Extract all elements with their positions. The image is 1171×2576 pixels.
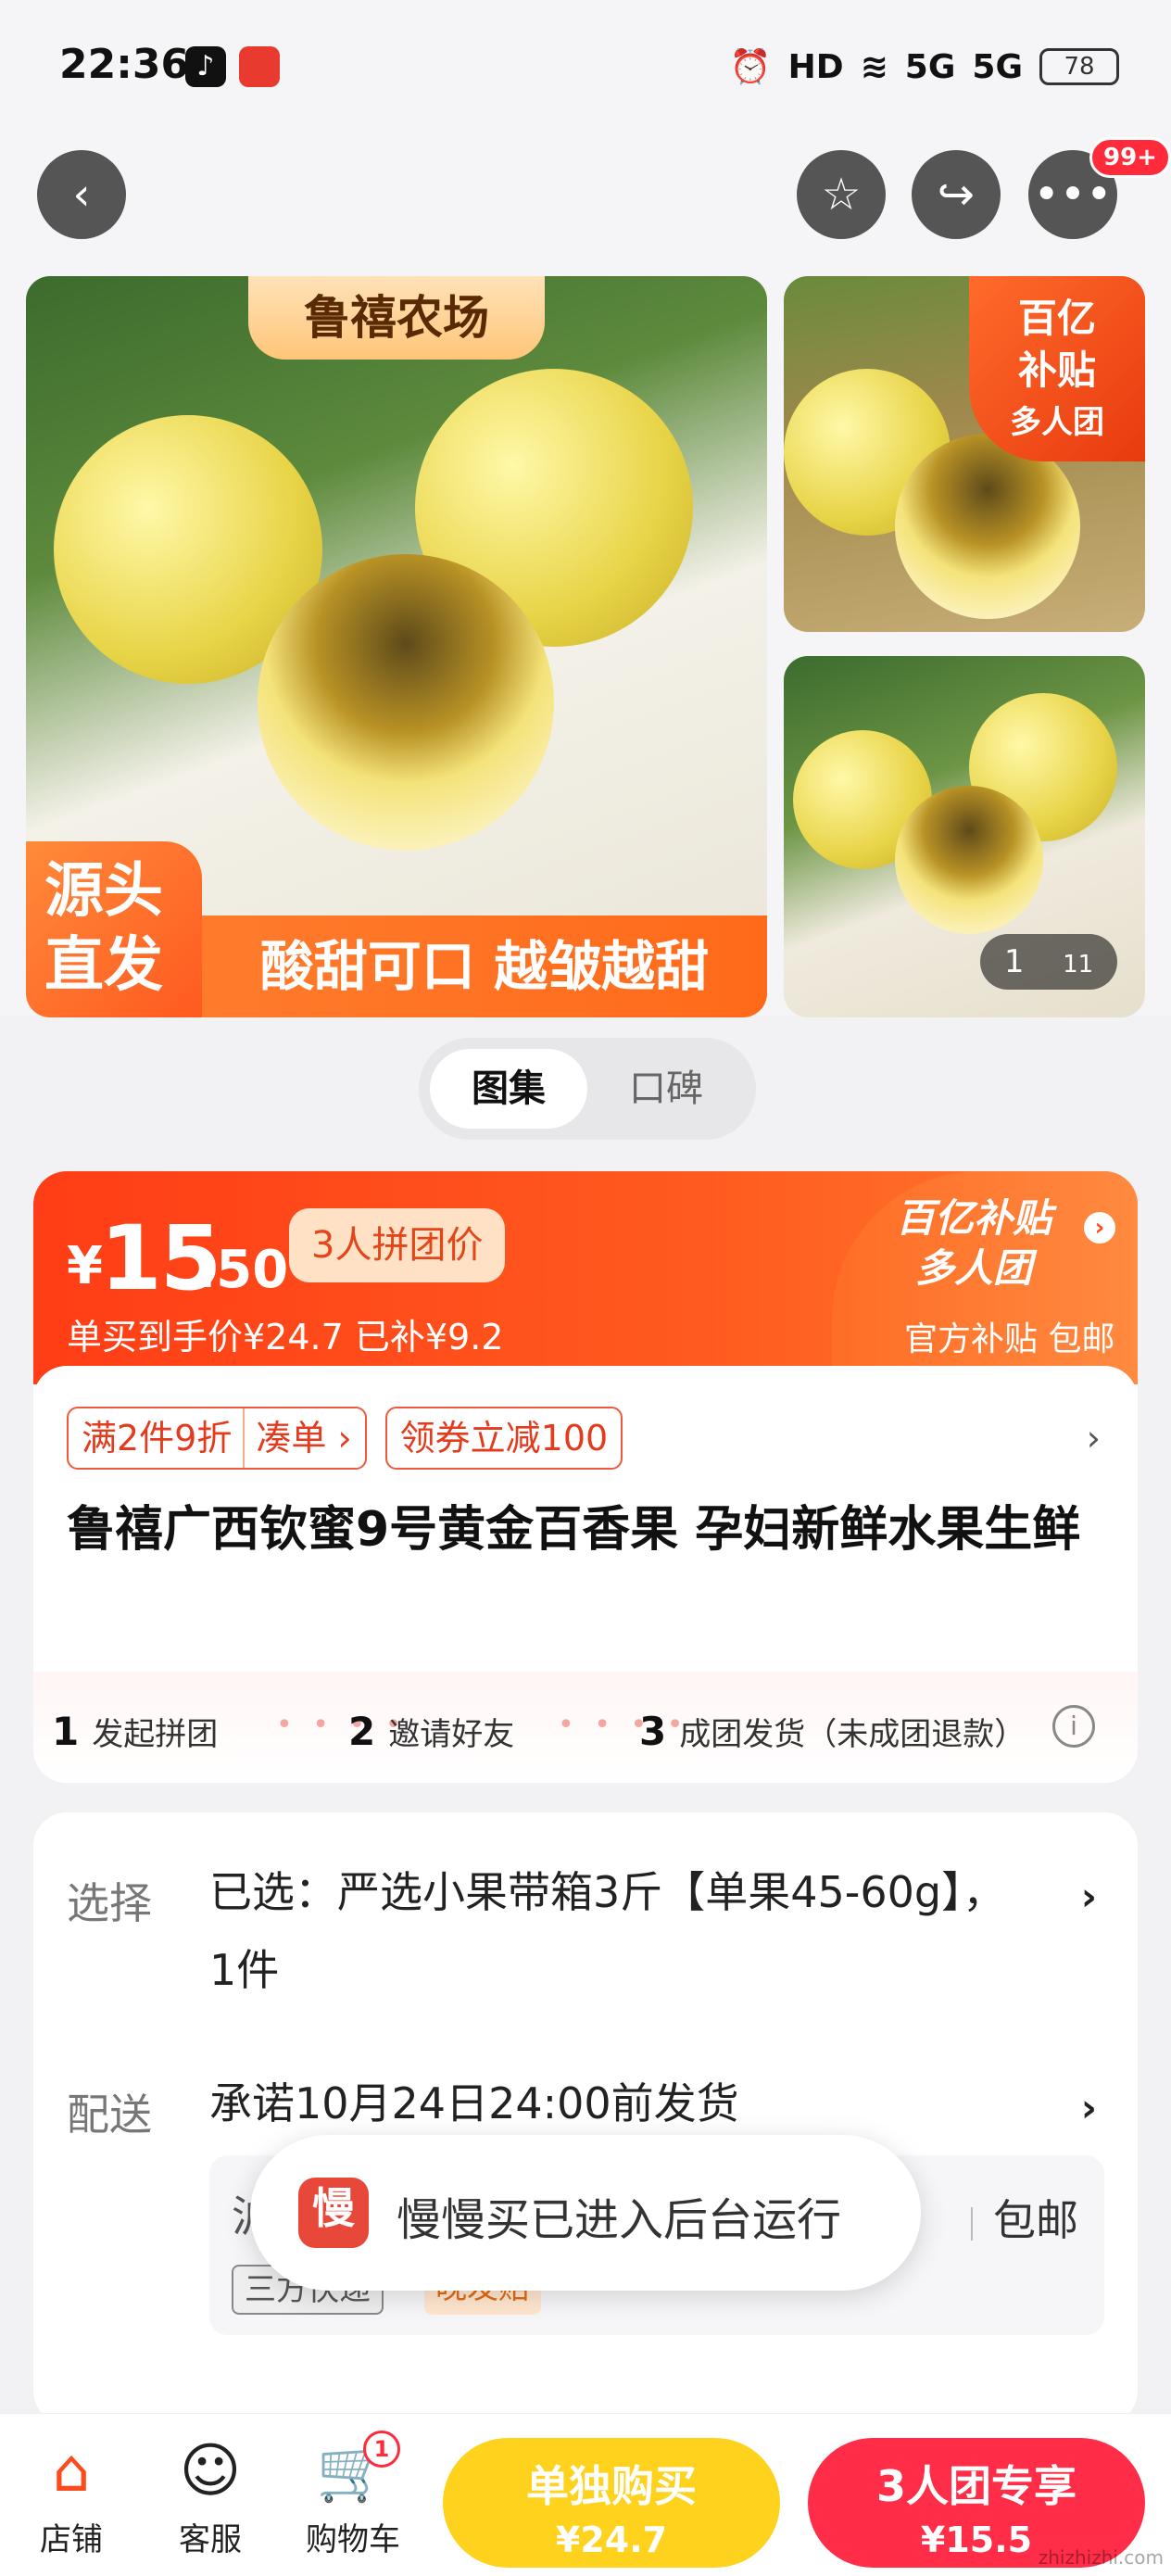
customer-service-button[interactable]: ☺ 客服 (159, 2436, 261, 2559)
cut-fruit-image (895, 786, 1043, 934)
shop-icon: ⌂ (52, 2437, 91, 2506)
farm-label: 鲁禧农场 (248, 276, 545, 360)
signal-icon-2: 5G (972, 47, 1023, 86)
gallery-toggle: 图集 口碑 (419, 1038, 756, 1140)
more-icon: ••• (1033, 169, 1113, 221)
promo-discount-label: 满2件9折 (82, 1418, 233, 1458)
coupon-tag[interactable]: 领券立减100 (384, 1407, 623, 1470)
group-price-tag: 3人拼团价 (289, 1208, 506, 1282)
bottom-bar: ⌂ 店铺 ☺ 客服 🛒 1 购物车 单独购买 ¥24.7 3人团专享 ¥15.5… (0, 2413, 1171, 2576)
options-card: 选择 已选：严选小果带箱3斤【单果45-60g】，1件 › 配送 承诺10月24… (33, 1812, 1138, 2424)
source-tag-line1: 源头 (44, 857, 163, 926)
share-icon: ↪ (937, 169, 976, 221)
chat-icon: ☺ (179, 2437, 242, 2506)
promo-more-arrow[interactable]: › (1087, 1418, 1101, 1458)
delivery-chevron-icon[interactable]: › (1081, 2085, 1097, 2130)
cart-label: 购物车 (306, 2521, 400, 2558)
alarm-icon: ⏰ (729, 48, 772, 86)
side-image-2[interactable]: 1 11 (784, 656, 1145, 1017)
subsidy-tag: 百亿 补贴 多人团 (969, 276, 1145, 461)
message-badge: 99+ (1089, 137, 1171, 178)
toast: 慢 慢慢买已进入后台运行 (250, 2135, 921, 2291)
tab-gallery[interactable]: 图集 (430, 1049, 587, 1129)
customer-service-label: 客服 (179, 2521, 242, 2558)
favorite-button[interactable]: ☆ (797, 150, 886, 239)
chevron-left-icon: ‹ (72, 169, 91, 221)
step-2-label: 邀请好友 (388, 1716, 515, 1753)
image-counter: 1 11 (980, 934, 1117, 990)
source-tag-line2: 直发 (44, 931, 163, 1000)
step-2: 2 邀请好友 (348, 1709, 514, 1754)
step-1-label: 发起拼团 (92, 1716, 219, 1753)
step-1: 1 发起拼团 (52, 1709, 218, 1754)
subsidy-banner-line2: 多人团 (914, 1245, 1032, 1291)
price-banner: ¥ 15 .50 3人拼团价 单买到手价¥24.7 已补¥9.2 百亿补贴 多人… (33, 1171, 1138, 1384)
step-1-number: 1 (52, 1709, 80, 1754)
subsidy-banner-line1: 百亿补贴 (895, 1195, 1051, 1241)
tiktok-app-icon: ♪ (185, 46, 226, 87)
shop-button[interactable]: ⌂ 店铺 (20, 2436, 122, 2559)
promo-combine-link[interactable]: 凑单 › (256, 1408, 351, 1468)
source-tag: 源头 直发 (26, 841, 202, 1017)
subsidy-banner[interactable]: 百亿补贴 多人团 (867, 1193, 1080, 1294)
product-title: 鲁禧广西钦蜜9号黄金百香果 孕妇新鲜水果生鲜 (67, 1502, 1081, 1558)
price-symbol: ¥ (67, 1236, 103, 1296)
select-chevron-icon[interactable]: › (1081, 1874, 1097, 1919)
buy-single-label: 单独购买 (526, 2461, 697, 2511)
cut-fruit-image (258, 554, 554, 851)
signal-icon-1: 5G (904, 47, 956, 86)
cart-button[interactable]: 🛒 1 购物车 (302, 2431, 404, 2559)
group-steps: 1 发起拼团 • • • • 2 邀请好友 • • • • 3 成团发货（未成团退款）… (33, 1672, 1138, 1783)
wifi-icon: ≋ (860, 47, 888, 86)
buy-single-button[interactable]: 单独购买 ¥24.7 (443, 2438, 780, 2568)
select-value[interactable]: 已选：严选小果带箱3斤【单果45-60g】，1件 (209, 1853, 1025, 2009)
toast-text: 慢慢买已进入后台运行 (397, 2194, 842, 2246)
top-nav: ‹ ☆ ↪ ••• 99+ (0, 130, 1171, 269)
tab-reviews[interactable]: 口碑 (587, 1049, 745, 1129)
delivery-value[interactable]: 承诺10月24日24:00前发货 (209, 2065, 1025, 2142)
price-card: ¥ 15 .50 3人拼团价 单买到手价¥24.7 已补¥9.2 百亿补贴 多人… (33, 1171, 1138, 1783)
free-shipping: 包邮 (971, 2187, 1078, 2248)
select-label: 选择 (67, 1878, 152, 1928)
promo-discount-tag[interactable]: 满2件9折 凑单 › (67, 1407, 367, 1470)
status-time: 22:36 (59, 41, 190, 88)
promo-separator (243, 1408, 246, 1468)
hd-icon: HD (787, 47, 844, 86)
step-2-number: 2 (348, 1709, 376, 1754)
manmanmai-icon: 慢 (298, 2178, 369, 2248)
product-info: 满2件9折 凑单 › 领券立减100 › 鲁禧广西钦蜜9号黄金百香果 孕妇新鲜水… (33, 1366, 1138, 1783)
subsidy-tag-line1: 百亿 (1017, 296, 1096, 341)
image-gallery: 鲁禧农场 源头 直发 酸甜可口 越皱越甜 百亿 补贴 多人团 1 11 (0, 269, 1171, 1017)
step-3-label: 成团发货（未成团退款） (679, 1716, 1026, 1753)
main-product-image[interactable]: 鲁禧农场 源头 直发 酸甜可口 越皱越甜 (26, 276, 767, 1017)
share-button[interactable]: ↪ (912, 150, 1001, 239)
step-3: 3 成团发货（未成团退款） (639, 1709, 1026, 1754)
buy-group-label: 3人团专享 (875, 2461, 1077, 2511)
chevron-right-icon[interactable]: › (1084, 1212, 1115, 1244)
image-counter-current: 1 (1003, 943, 1025, 980)
shop-label: 店铺 (40, 2521, 103, 2558)
delivery-label: 配送 (67, 2090, 152, 2140)
buy-single-price: ¥24.7 (555, 2519, 668, 2560)
status-bar: 22:36 ♪ ⏰ HD ≋ 5G 5G 78 (0, 0, 1171, 130)
price-decimal: .50 (196, 1240, 289, 1300)
step-3-number: 3 (639, 1709, 667, 1754)
slogan: 酸甜可口 越皱越甜 (202, 915, 767, 1017)
star-icon: ☆ (821, 169, 862, 221)
status-icons: ⏰ HD ≋ 5G 5G 78 (730, 43, 1119, 91)
manmanmai-app-icon (239, 46, 280, 87)
cut-fruit-image (895, 434, 1080, 619)
side-image-1[interactable]: 百亿 补贴 多人团 (784, 276, 1145, 632)
image-counter-total: 11 (1063, 951, 1094, 979)
promo-row: 满2件9折 凑单 › 领券立减100 (67, 1407, 623, 1470)
cart-count-badge: 1 (363, 2431, 400, 2468)
subsidy-sub-text: 官方补贴 包邮 (904, 1320, 1115, 1358)
watermark: zhizhizhi.com (1038, 2546, 1164, 2569)
single-price-text: 单买到手价¥24.7 已补¥9.2 (67, 1317, 504, 1357)
info-icon[interactable]: i (1052, 1705, 1095, 1748)
subsidy-tag-line3: 多人团 (1010, 404, 1104, 441)
back-button[interactable]: ‹ (37, 150, 126, 239)
subsidy-tag-line2: 补贴 (1017, 347, 1096, 393)
battery-icon: 78 (1039, 48, 1119, 85)
